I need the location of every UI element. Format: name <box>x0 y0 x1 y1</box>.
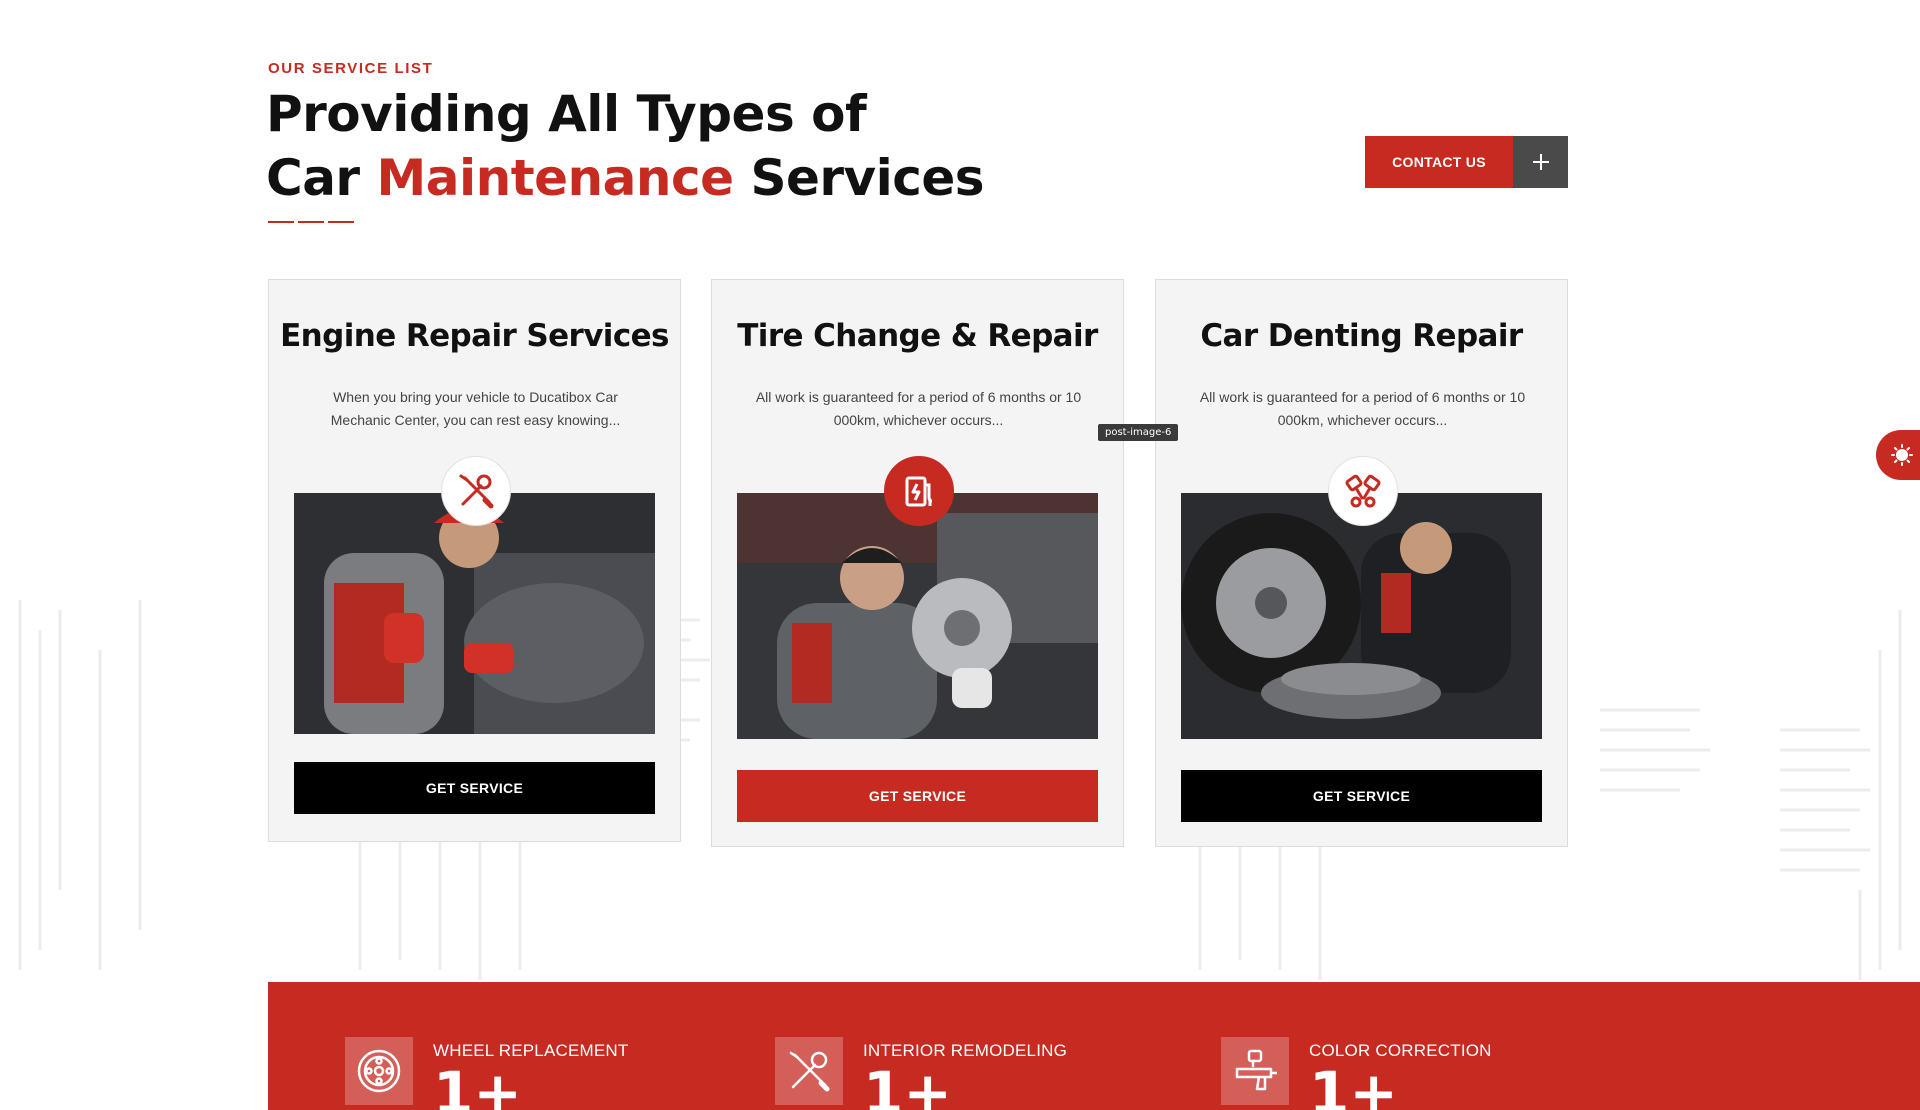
plus-icon <box>1513 136 1568 188</box>
card-description: All work is guaranteed for a period of 6… <box>1199 389 1526 428</box>
card-title: Car Denting Repair <box>1200 318 1523 354</box>
tire-mechanic-photo <box>1181 493 1542 739</box>
title-underline <box>268 221 354 223</box>
pistons-icon <box>1328 456 1398 526</box>
title-accent-word: Maintenance <box>376 149 735 207</box>
service-card-tire-change: Tire Change & Repair All work is guarant… <box>711 279 1124 847</box>
theme-toggle-button[interactable] <box>1876 430 1920 480</box>
service-card-car-denting: Car Denting Repair All work is guarantee… <box>1155 279 1568 847</box>
stat-wheel-replacement: WHEEL REPLACEMENT 1+ <box>345 1037 628 1110</box>
stat-interior-remodeling: INTERIOR REMODELING 1+ <box>775 1037 1067 1110</box>
stat-value: 1+ <box>433 1059 522 1110</box>
stat-label: COLOR CORRECTION <box>1309 1041 1492 1060</box>
title-line-1: Providing All Types of <box>266 85 867 143</box>
stat-label: WHEEL REPLACEMENT <box>433 1041 629 1060</box>
get-service-button[interactable]: GET SERVICE <box>1181 770 1542 822</box>
page-title: Providing All Types of Car Maintenance S… <box>266 82 985 210</box>
stat-label: INTERIOR REMODELING <box>863 1041 1068 1060</box>
section-eyebrow: OUR SERVICE LIST <box>268 60 434 77</box>
stat-value: 1+ <box>1309 1059 1398 1110</box>
engine-mechanic-photo <box>294 493 655 734</box>
card-title: Tire Change & Repair <box>737 318 1098 354</box>
stat-color-correction: COLOR CORRECTION 1+ <box>1221 1037 1492 1110</box>
get-service-button[interactable]: GET SERVICE <box>737 770 1098 822</box>
contact-us-button[interactable]: CONTACT US <box>1365 136 1568 188</box>
stats-band: WHEEL REPLACEMENT 1+ INTERIOR REMODELING… <box>268 982 1920 1110</box>
spray-gun-icon <box>1221 1037 1289 1105</box>
card-description: All work is guaranteed for a period of 6… <box>755 389 1082 428</box>
card-description: When you bring your vehicle to Ducatibox… <box>330 389 621 428</box>
wrench-screwdriver-icon <box>441 456 511 526</box>
title-line-2-suffix: Services <box>733 149 985 207</box>
contact-us-label: CONTACT US <box>1365 136 1513 188</box>
service-card-engine-repair: Engine Repair Services When you bring yo… <box>268 279 681 842</box>
sun-icon <box>1891 444 1913 466</box>
get-service-button[interactable]: GET SERVICE <box>294 762 655 814</box>
stat-value: 1+ <box>863 1059 952 1110</box>
image-tooltip: post-image-6 <box>1098 424 1179 441</box>
ev-charger-icon <box>884 456 954 526</box>
tools-icon <box>775 1037 843 1105</box>
wheel-icon <box>345 1037 413 1105</box>
title-line-2-prefix: Car <box>266 149 377 207</box>
brake-disc-mechanic-photo <box>737 493 1098 739</box>
card-title: Engine Repair Services <box>280 318 669 354</box>
